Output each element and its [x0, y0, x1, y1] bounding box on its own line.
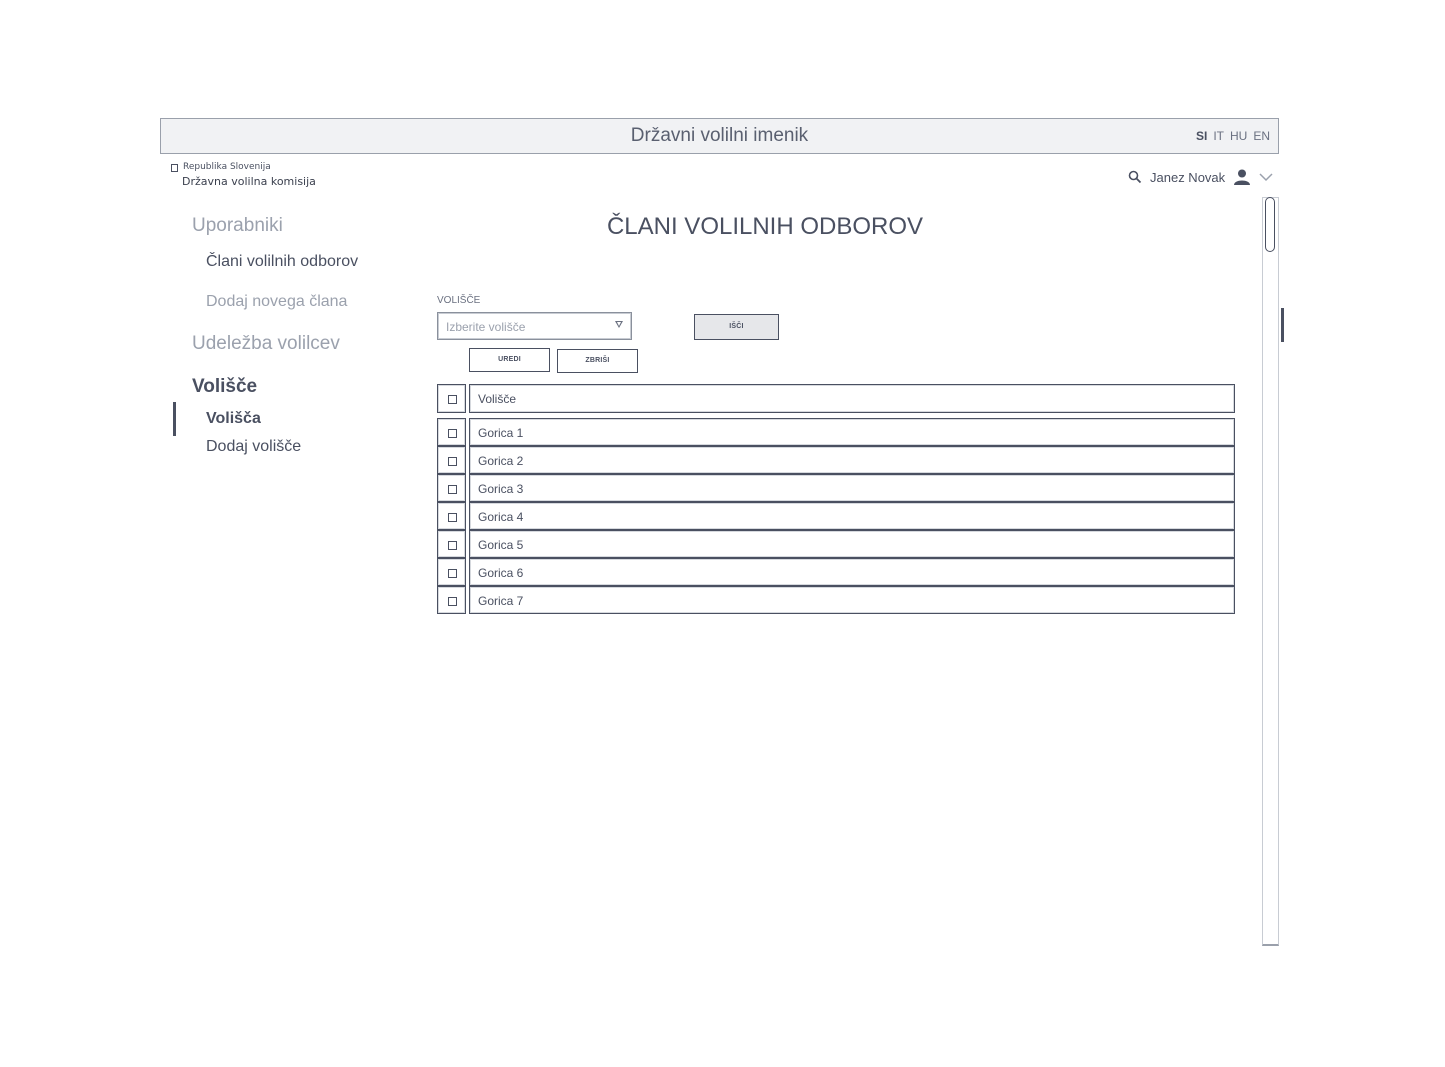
app-title: Državni volilni imenik	[630, 125, 809, 146]
row-checkbox[interactable]	[448, 569, 457, 578]
lang-si[interactable]: SI	[1196, 129, 1207, 143]
sidebar-item-dodaj-novega-clana[interactable]: Dodaj novega člana	[206, 293, 347, 311]
column-header-volisce[interactable]: Volišče	[469, 384, 1235, 413]
active-indicator	[173, 402, 176, 436]
row-volisce-name[interactable]: Gorica 4	[469, 502, 1235, 530]
chevron-down-icon[interactable]	[1259, 172, 1273, 182]
row-checkbox[interactable]	[448, 485, 457, 494]
row-checkbox-cell	[437, 586, 466, 614]
row-volisce-name[interactable]: Gorica 7	[469, 586, 1235, 614]
edit-button[interactable]: UREDI	[469, 348, 550, 372]
sidebar-item-dodaj-volisce[interactable]: Dodaj volišče	[206, 438, 301, 456]
user-icon[interactable]	[1233, 168, 1251, 186]
dropdown-arrow-icon	[615, 321, 623, 328]
select-all-cell	[437, 384, 466, 413]
select-all-checkbox[interactable]	[448, 395, 457, 404]
row-volisce-name[interactable]: Gorica 2	[469, 446, 1235, 474]
row-checkbox[interactable]	[448, 541, 457, 550]
volisce-select-placeholder: Izberite volišče	[446, 320, 526, 334]
row-checkbox-cell	[437, 418, 466, 446]
crest-icon	[171, 164, 178, 172]
table-header-row: Volišče	[437, 384, 1235, 413]
logo[interactable]: Republika Slovenija Državna volilna komi…	[171, 162, 316, 188]
logo-line1: Republika Slovenija	[183, 162, 271, 172]
row-volisce-name[interactable]: Gorica 6	[469, 558, 1235, 586]
user-area: Janez Novak	[1128, 168, 1273, 186]
sidebar-section-volisce[interactable]: Volišče	[192, 376, 257, 398]
page-title: ČLANI VOLILNIH ODBOROV	[606, 213, 924, 240]
row-volisce-name[interactable]: Gorica 1	[469, 418, 1235, 446]
user-name[interactable]: Janez Novak	[1150, 170, 1225, 185]
scrollbar-thumb[interactable]	[1265, 197, 1275, 252]
lang-it[interactable]: IT	[1213, 129, 1224, 143]
row-checkbox[interactable]	[448, 513, 457, 522]
table-row[interactable]: Gorica 6	[437, 558, 1235, 586]
lang-en[interactable]: EN	[1253, 129, 1270, 143]
row-checkbox[interactable]	[448, 457, 457, 466]
table-row[interactable]: Gorica 4	[437, 502, 1235, 530]
row-checkbox[interactable]	[448, 597, 457, 606]
lang-hu[interactable]: HU	[1230, 129, 1247, 143]
search-icon[interactable]	[1128, 170, 1142, 184]
search-button[interactable]: IŠČI	[694, 314, 779, 340]
edge-marker	[1281, 308, 1284, 342]
sidebar-item-clani-volilnih-odborov[interactable]: Člani volilnih odborov	[206, 253, 358, 271]
sidebar-section-udelezba-volilcev[interactable]: Udeležba volilcev	[192, 333, 340, 355]
delete-button[interactable]: ZBRIŠI	[557, 349, 638, 373]
language-switcher: SI IT HU EN	[1196, 129, 1270, 143]
scrollbar-track[interactable]	[1262, 197, 1279, 946]
volisce-select[interactable]: Izberite volišče	[437, 312, 632, 340]
table-row[interactable]: Gorica 1	[437, 418, 1235, 446]
sidebar-item-volisca[interactable]: Volišča	[206, 410, 261, 428]
table-row[interactable]: Gorica 3	[437, 474, 1235, 502]
table-row[interactable]: Gorica 2	[437, 446, 1235, 474]
table-row[interactable]: Gorica 7	[437, 586, 1235, 614]
row-checkbox[interactable]	[448, 429, 457, 438]
sidebar-section-uporabniki[interactable]: Uporabniki	[192, 215, 283, 237]
row-checkbox-cell	[437, 446, 466, 474]
row-checkbox-cell	[437, 530, 466, 558]
table-row[interactable]: Gorica 5	[437, 530, 1235, 558]
row-checkbox-cell	[437, 474, 466, 502]
row-volisce-name[interactable]: Gorica 5	[469, 530, 1235, 558]
row-checkbox-cell	[437, 558, 466, 586]
volisce-filter-label: VOLIŠČE	[437, 295, 481, 306]
row-volisce-name[interactable]: Gorica 3	[469, 474, 1235, 502]
app-header: Državni volilni imenik SI IT HU EN	[160, 118, 1279, 154]
row-checkbox-cell	[437, 502, 466, 530]
logo-line2: Državna volilna komisija	[182, 175, 316, 188]
